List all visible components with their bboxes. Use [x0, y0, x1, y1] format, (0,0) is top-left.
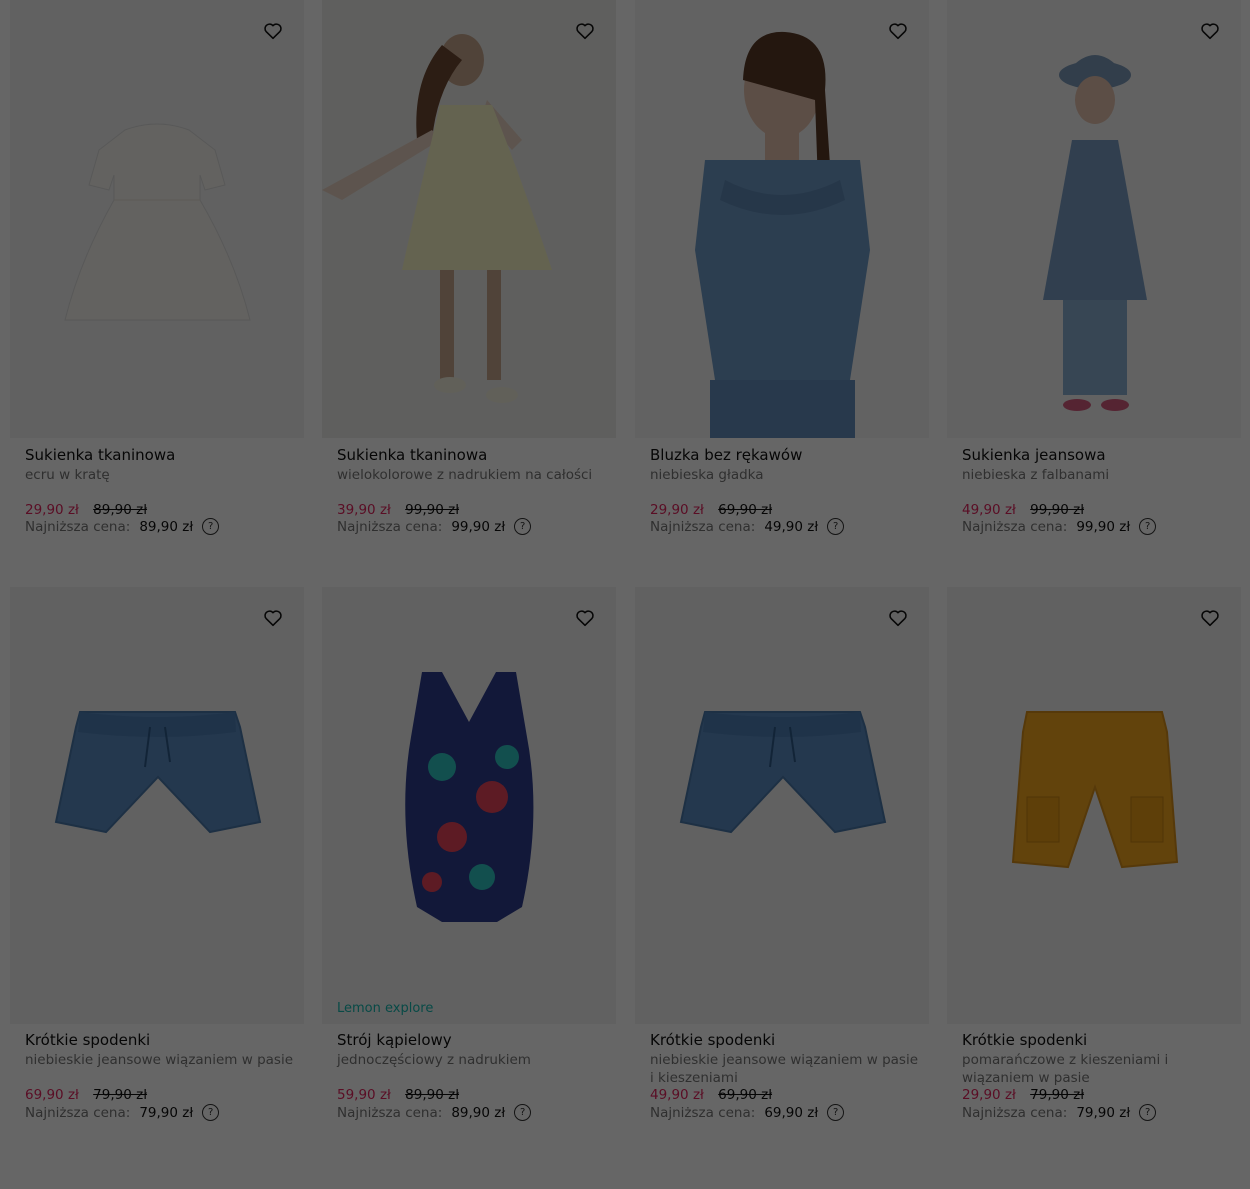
- price-row: 59,90 zł 89,90 zł: [337, 1087, 459, 1103]
- lowest-price-row: Najniższa cena: 69,90 zł ?: [650, 1104, 845, 1121]
- sale-price: 69,90 zł: [25, 1087, 79, 1103]
- product-description: pomarańczowe z kieszeniami i wiązaniem w…: [962, 1052, 1169, 1086]
- heart-outline-icon[interactable]: [574, 607, 596, 629]
- product-description: niebieskie jeansowe wiązaniem w pasie i …: [650, 1052, 918, 1086]
- product-name[interactable]: Krótkie spodenki: [650, 1031, 775, 1049]
- product-name[interactable]: Strój kąpielowy: [337, 1031, 452, 1049]
- product-card[interactable]: Krótkie spodenki niebieskie jeansowe wią…: [10, 0, 304, 1189]
- product-description: niebieskie jeansowe wiązaniem w pasie: [25, 1052, 293, 1068]
- product-name[interactable]: Krótkie spodenki: [25, 1031, 150, 1049]
- product-grid: Sukienka tkaninowa ecru w kratę 29,90 zł…: [0, 0, 1250, 1189]
- product-image[interactable]: [10, 587, 304, 1024]
- sale-price: 49,90 zł: [650, 1087, 704, 1103]
- product-card[interactable]: Krótkie spodenki pomarańczowe z kieszeni…: [947, 0, 1241, 1189]
- shorts-image: [679, 711, 887, 834]
- product-image[interactable]: [635, 587, 929, 1024]
- product-description: jednoczęściowy z nadrukiem: [337, 1052, 531, 1068]
- shorts-image: [1011, 711, 1179, 869]
- lowest-price-label: Najniższa cena:: [25, 1104, 131, 1121]
- question-circle-icon[interactable]: ?: [1139, 1104, 1157, 1121]
- lowest-price-label: Najniższa cena:: [650, 1104, 756, 1121]
- product-card[interactable]: Krótkie spodenki niebieskie jeansowe wią…: [635, 0, 929, 1189]
- old-price: 79,90 zł: [93, 1087, 148, 1103]
- old-price: 79,90 zł: [1030, 1087, 1085, 1103]
- swimsuit-image: [405, 672, 534, 922]
- old-price: 89,90 zł: [405, 1087, 460, 1103]
- lowest-price-value: 79,90 zł: [139, 1104, 194, 1121]
- heart-outline-icon[interactable]: [887, 607, 909, 629]
- price-row: 29,90 zł 79,90 zł: [962, 1087, 1084, 1103]
- heart-outline-icon[interactable]: [262, 607, 284, 629]
- question-circle-icon[interactable]: ?: [514, 1104, 532, 1121]
- brand-label: Lemon explore: [337, 1001, 434, 1016]
- product-image[interactable]: Lemon explore: [322, 587, 616, 1024]
- sale-price: 59,90 zł: [337, 1087, 391, 1103]
- product-name[interactable]: Krótkie spodenki: [962, 1031, 1087, 1049]
- lowest-price-row: Najniższa cena: 79,90 zł ?: [962, 1104, 1157, 1121]
- price-row: 49,90 zł 69,90 zł: [650, 1087, 772, 1103]
- lowest-price-value: 69,90 zł: [764, 1104, 819, 1121]
- sale-price: 29,90 zł: [962, 1087, 1016, 1103]
- question-circle-icon[interactable]: ?: [202, 1104, 220, 1121]
- heart-outline-icon[interactable]: [1199, 607, 1221, 629]
- question-circle-icon[interactable]: ?: [827, 1104, 845, 1121]
- price-row: 69,90 zł 79,90 zł: [25, 1087, 147, 1103]
- lowest-price-value: 79,90 zł: [1076, 1104, 1131, 1121]
- lowest-price-label: Najniższa cena:: [962, 1104, 1068, 1121]
- lowest-price-label: Najniższa cena:: [337, 1104, 443, 1121]
- product-card[interactable]: Lemon explore Strój kąpielowy jednoczęśc…: [322, 0, 616, 1189]
- lowest-price-row: Najniższa cena: 79,90 zł ?: [25, 1104, 220, 1121]
- shorts-image: [54, 711, 262, 834]
- lowest-price-row: Najniższa cena: 89,90 zł ?: [337, 1104, 532, 1121]
- old-price: 69,90 zł: [718, 1087, 773, 1103]
- lowest-price-value: 89,90 zł: [451, 1104, 506, 1121]
- product-image[interactable]: [947, 587, 1241, 1024]
